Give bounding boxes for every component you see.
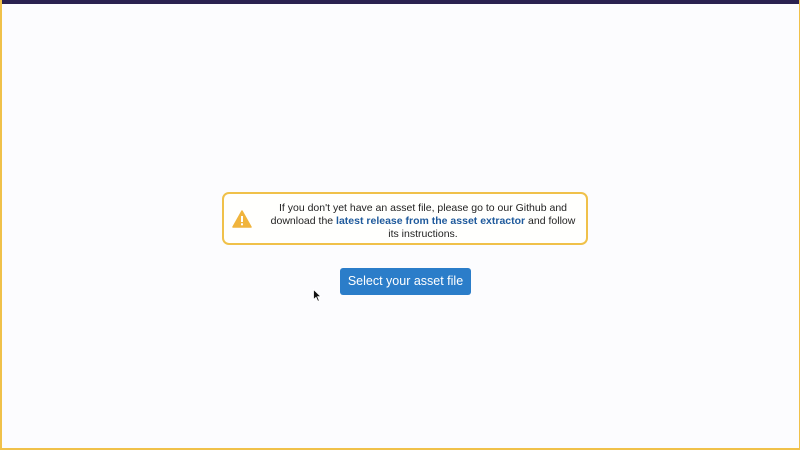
asset-file-notice: If you don't yet have an asset file, ple…	[222, 192, 588, 245]
warning-icon	[232, 210, 252, 228]
mouse-pointer-icon	[313, 288, 322, 302]
asset-extractor-release-link[interactable]: latest release from the asset extractor	[336, 215, 525, 227]
app-window: If you don't yet have an asset file, ple…	[0, 0, 800, 450]
select-asset-file-button[interactable]: Select your asset file	[340, 268, 471, 295]
notice-message: If you don't yet have an asset file, ple…	[264, 202, 582, 241]
top-bar	[2, 0, 799, 4]
